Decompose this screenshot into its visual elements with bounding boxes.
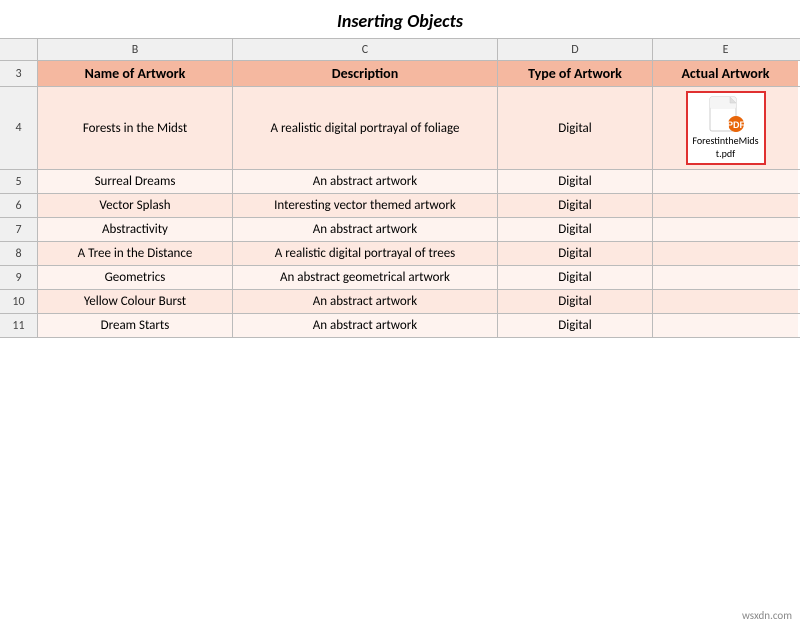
spreadsheet-title: Inserting Objects [337,10,463,32]
artwork-actual [653,290,798,313]
table-row: 11Dream StartsAn abstract artworkDigital [0,314,800,338]
table-row: 6Vector SplashInteresting vector themed … [0,194,800,218]
title-area: Inserting Objects [0,0,800,39]
artwork-type: Digital [498,218,653,241]
artwork-name: Vector Splash [38,194,233,217]
table-row: 9GeometricsAn abstract geometrical artwo… [0,266,800,290]
artwork-actual: PDF ForestintheMidst.pdf [653,87,798,169]
column-letters-row: B C D E [0,39,800,61]
col-letter-c: C [233,39,498,60]
col-letter-b: B [38,39,233,60]
artwork-name: A Tree in the Distance [38,242,233,265]
watermark: wsxdn.com [742,609,792,622]
artwork-description: A realistic digital portrayal of trees [233,242,498,265]
artwork-actual [653,266,798,289]
artwork-actual [653,170,798,193]
row-num-9: 9 [0,266,38,289]
pdf-icon-wrapper[interactable]: PDF ForestintheMidst.pdf [686,91,766,165]
artwork-description: A realistic digital portrayal of foliage [233,87,498,169]
artwork-description: An abstract artwork [233,314,498,337]
artwork-description: An abstract artwork [233,290,498,313]
row-num-3: 3 [0,61,38,86]
corner-cell [0,39,38,60]
artwork-actual [653,314,798,337]
svg-text:PDF: PDF [727,120,744,130]
pdf-filename: ForestintheMidst.pdf [691,134,761,160]
table-row: 7AbstractivityAn abstract artworkDigital [0,218,800,242]
header-description: Description [233,61,498,86]
row-num-8: 8 [0,242,38,265]
artwork-name: Surreal Dreams [38,170,233,193]
row-num-7: 7 [0,218,38,241]
artwork-description: Interesting vector themed artwork [233,194,498,217]
artwork-type: Digital [498,87,653,169]
row-num-5: 5 [0,170,38,193]
table-row: 4Forests in the MidstA realistic digital… [0,87,800,170]
artwork-name: Yellow Colour Burst [38,290,233,313]
table-row: 10Yellow Colour BurstAn abstract artwork… [0,290,800,314]
artwork-name: Geometrics [38,266,233,289]
artwork-name: Forests in the Midst [38,87,233,169]
spreadsheet: Inserting Objects B C D E 3 Name of Artw… [0,0,800,628]
artwork-description: An abstract artwork [233,170,498,193]
artwork-description: An abstract geometrical artwork [233,266,498,289]
header-name: Name of Artwork [38,61,233,86]
header-type: Type of Artwork [498,61,653,86]
table-header-row: 3 Name of Artwork Description Type of Ar… [0,61,800,87]
artwork-type: Digital [498,170,653,193]
artwork-description: An abstract artwork [233,218,498,241]
artwork-actual [653,242,798,265]
header-actual: Actual Artwork [653,61,798,86]
row-num-6: 6 [0,194,38,217]
artwork-type: Digital [498,242,653,265]
artwork-name: Abstractivity [38,218,233,241]
pdf-file-icon: PDF [708,96,744,132]
artwork-type: Digital [498,194,653,217]
artwork-type: Digital [498,314,653,337]
data-rows: 4Forests in the MidstA realistic digital… [0,87,800,338]
artwork-actual [653,218,798,241]
table-body: 3 Name of Artwork Description Type of Ar… [0,61,800,628]
artwork-actual [653,194,798,217]
artwork-type: Digital [498,266,653,289]
table-row: 5Surreal DreamsAn abstract artworkDigita… [0,170,800,194]
row-num-11: 11 [0,314,38,337]
row-num-10: 10 [0,290,38,313]
row-num-4: 4 [0,87,38,169]
table-row: 8A Tree in the DistanceA realistic digit… [0,242,800,266]
artwork-type: Digital [498,290,653,313]
col-letter-d: D [498,39,653,60]
col-letter-e: E [653,39,798,60]
artwork-name: Dream Starts [38,314,233,337]
